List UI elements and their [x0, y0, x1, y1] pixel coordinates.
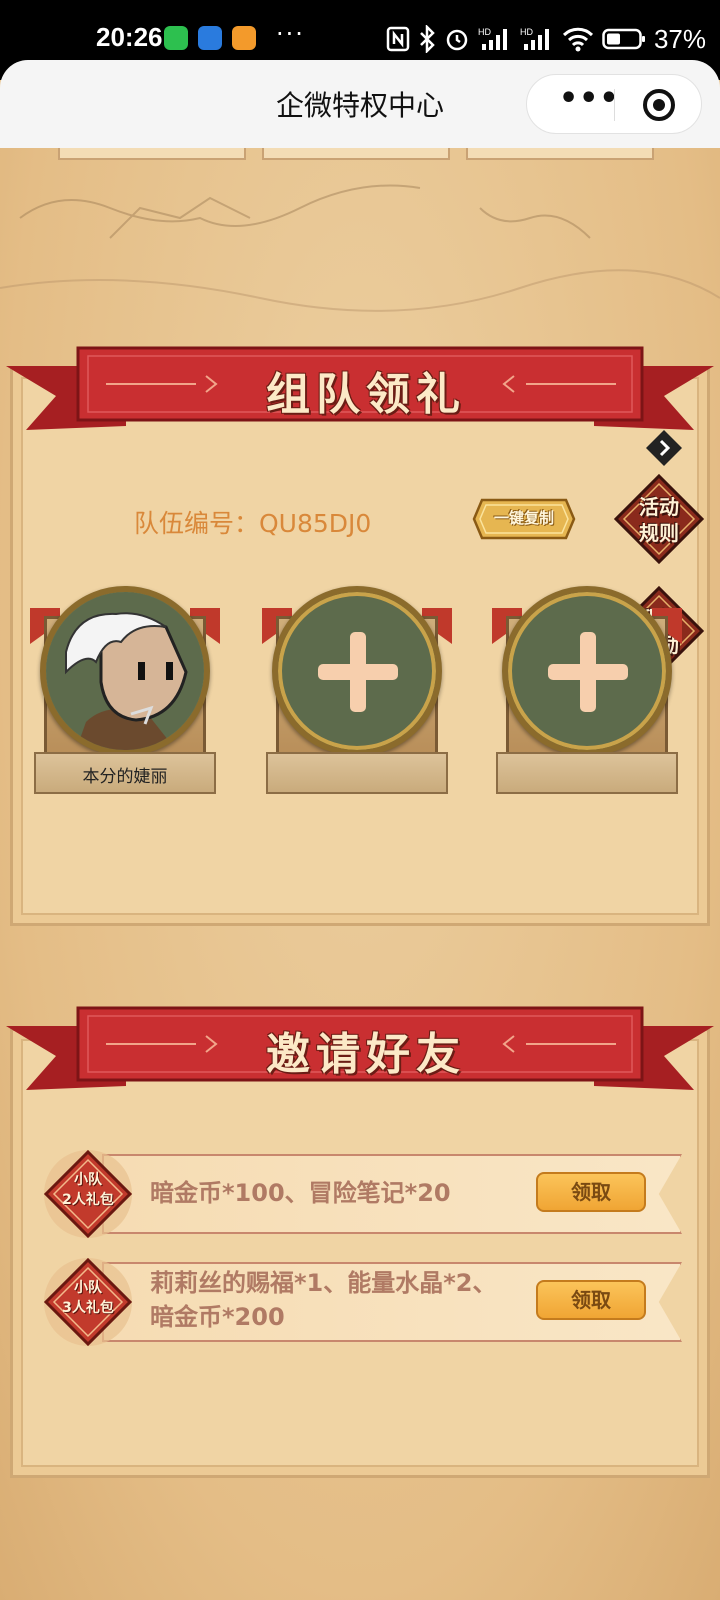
- copy-button-label: 一键复制: [493, 509, 554, 527]
- wifi-icon: [562, 27, 594, 52]
- reward-badge: 小队 3人礼包: [42, 1256, 134, 1348]
- qq-icon: [198, 26, 222, 50]
- plus-icon: [548, 664, 628, 680]
- reward-badge: 小队 2人礼包: [42, 1148, 134, 1240]
- more-notifications-icon: ···: [276, 20, 305, 48]
- svg-text:HD: HD: [478, 27, 491, 37]
- hd-signal-icon: HD: [520, 27, 549, 50]
- member-slot-2[interactable]: [262, 586, 452, 806]
- reward-row-2-person: 小队 2人礼包 暗金币*100、冒险笔记*20 领取: [42, 1148, 682, 1240]
- member-name-plaque: [266, 752, 448, 794]
- battery-icon: [602, 28, 645, 50]
- member-name-plaque: [496, 752, 678, 794]
- member-name-plaque: 本分的婕丽: [34, 752, 216, 794]
- badge-label-line2: 3人礼包: [62, 1300, 114, 1316]
- svg-text:HD: HD: [520, 27, 533, 37]
- mini-program-capsule: •••: [526, 74, 702, 134]
- claim-button[interactable]: 领取: [536, 1280, 646, 1320]
- reward-row-3-person: 小队 3人礼包 莉莉丝的赐福*1、能量水晶*2、 暗金币*200 领取: [42, 1256, 682, 1348]
- copy-team-id-button[interactable]: 一键复制: [472, 498, 576, 540]
- battery-percent: 37%: [653, 23, 706, 54]
- invite-section-title: 邀请好友: [266, 1029, 466, 1080]
- reward-description: 暗金币*100、冒险笔记*20: [150, 1179, 451, 1207]
- member-avatar: [40, 586, 210, 756]
- invite-member-button[interactable]: [272, 586, 442, 756]
- capsule-divider: [614, 89, 615, 121]
- rules-label-line1: 活动: [639, 495, 679, 519]
- member-slot-3[interactable]: [492, 586, 682, 806]
- video-app-icon: [232, 26, 256, 50]
- reward-description-line1: 莉莉丝的赐福*1、能量水晶*2、: [150, 1269, 497, 1297]
- plus-icon: [318, 664, 398, 680]
- alarm-icon: [446, 29, 468, 51]
- badge-label-line1: 小队: [74, 1172, 102, 1188]
- invite-member-button[interactable]: [502, 586, 672, 756]
- status-time: 20:26: [96, 22, 163, 52]
- team-id-text: 队伍编号：QU85DJ0: [134, 509, 372, 538]
- page-content: 组队领礼 队伍编号：QU85DJ0 一键复制 活动 规则 我的 奖励: [0, 148, 720, 1600]
- invite-ribbon-title-wrap: 邀请好友: [6, 1006, 714, 1096]
- badge-label-line2: 2人礼包: [62, 1192, 114, 1208]
- team-section-title: 组队领礼: [266, 369, 466, 420]
- map-background-illustration: [0, 184, 720, 312]
- rules-label-line2: 规则: [639, 521, 679, 545]
- team-ribbon-title-wrap: 组队领礼: [6, 346, 714, 436]
- hd-signal-icon: HD: [478, 27, 507, 50]
- character-avatar-icon: [46, 592, 204, 750]
- bluetooth-icon: [420, 25, 435, 53]
- activity-rules-button[interactable]: 活动 规则: [613, 473, 705, 565]
- wechat-icon: [164, 26, 188, 50]
- more-options-button[interactable]: •••: [559, 81, 620, 116]
- claim-button[interactable]: 领取: [536, 1172, 646, 1212]
- nfc-icon: [386, 26, 410, 52]
- badge-label-line1: 小队: [74, 1280, 102, 1296]
- close-mini-program-button[interactable]: [642, 88, 676, 122]
- chevron-right-icon[interactable]: [646, 430, 682, 466]
- member-slot-1[interactable]: 本分的婕丽: [30, 586, 220, 806]
- reward-description-line2: 暗金币*200: [150, 1303, 285, 1331]
- member-name: 本分的婕丽: [82, 767, 168, 787]
- mini-program-title-bar: 企微特权中心 •••: [0, 60, 720, 148]
